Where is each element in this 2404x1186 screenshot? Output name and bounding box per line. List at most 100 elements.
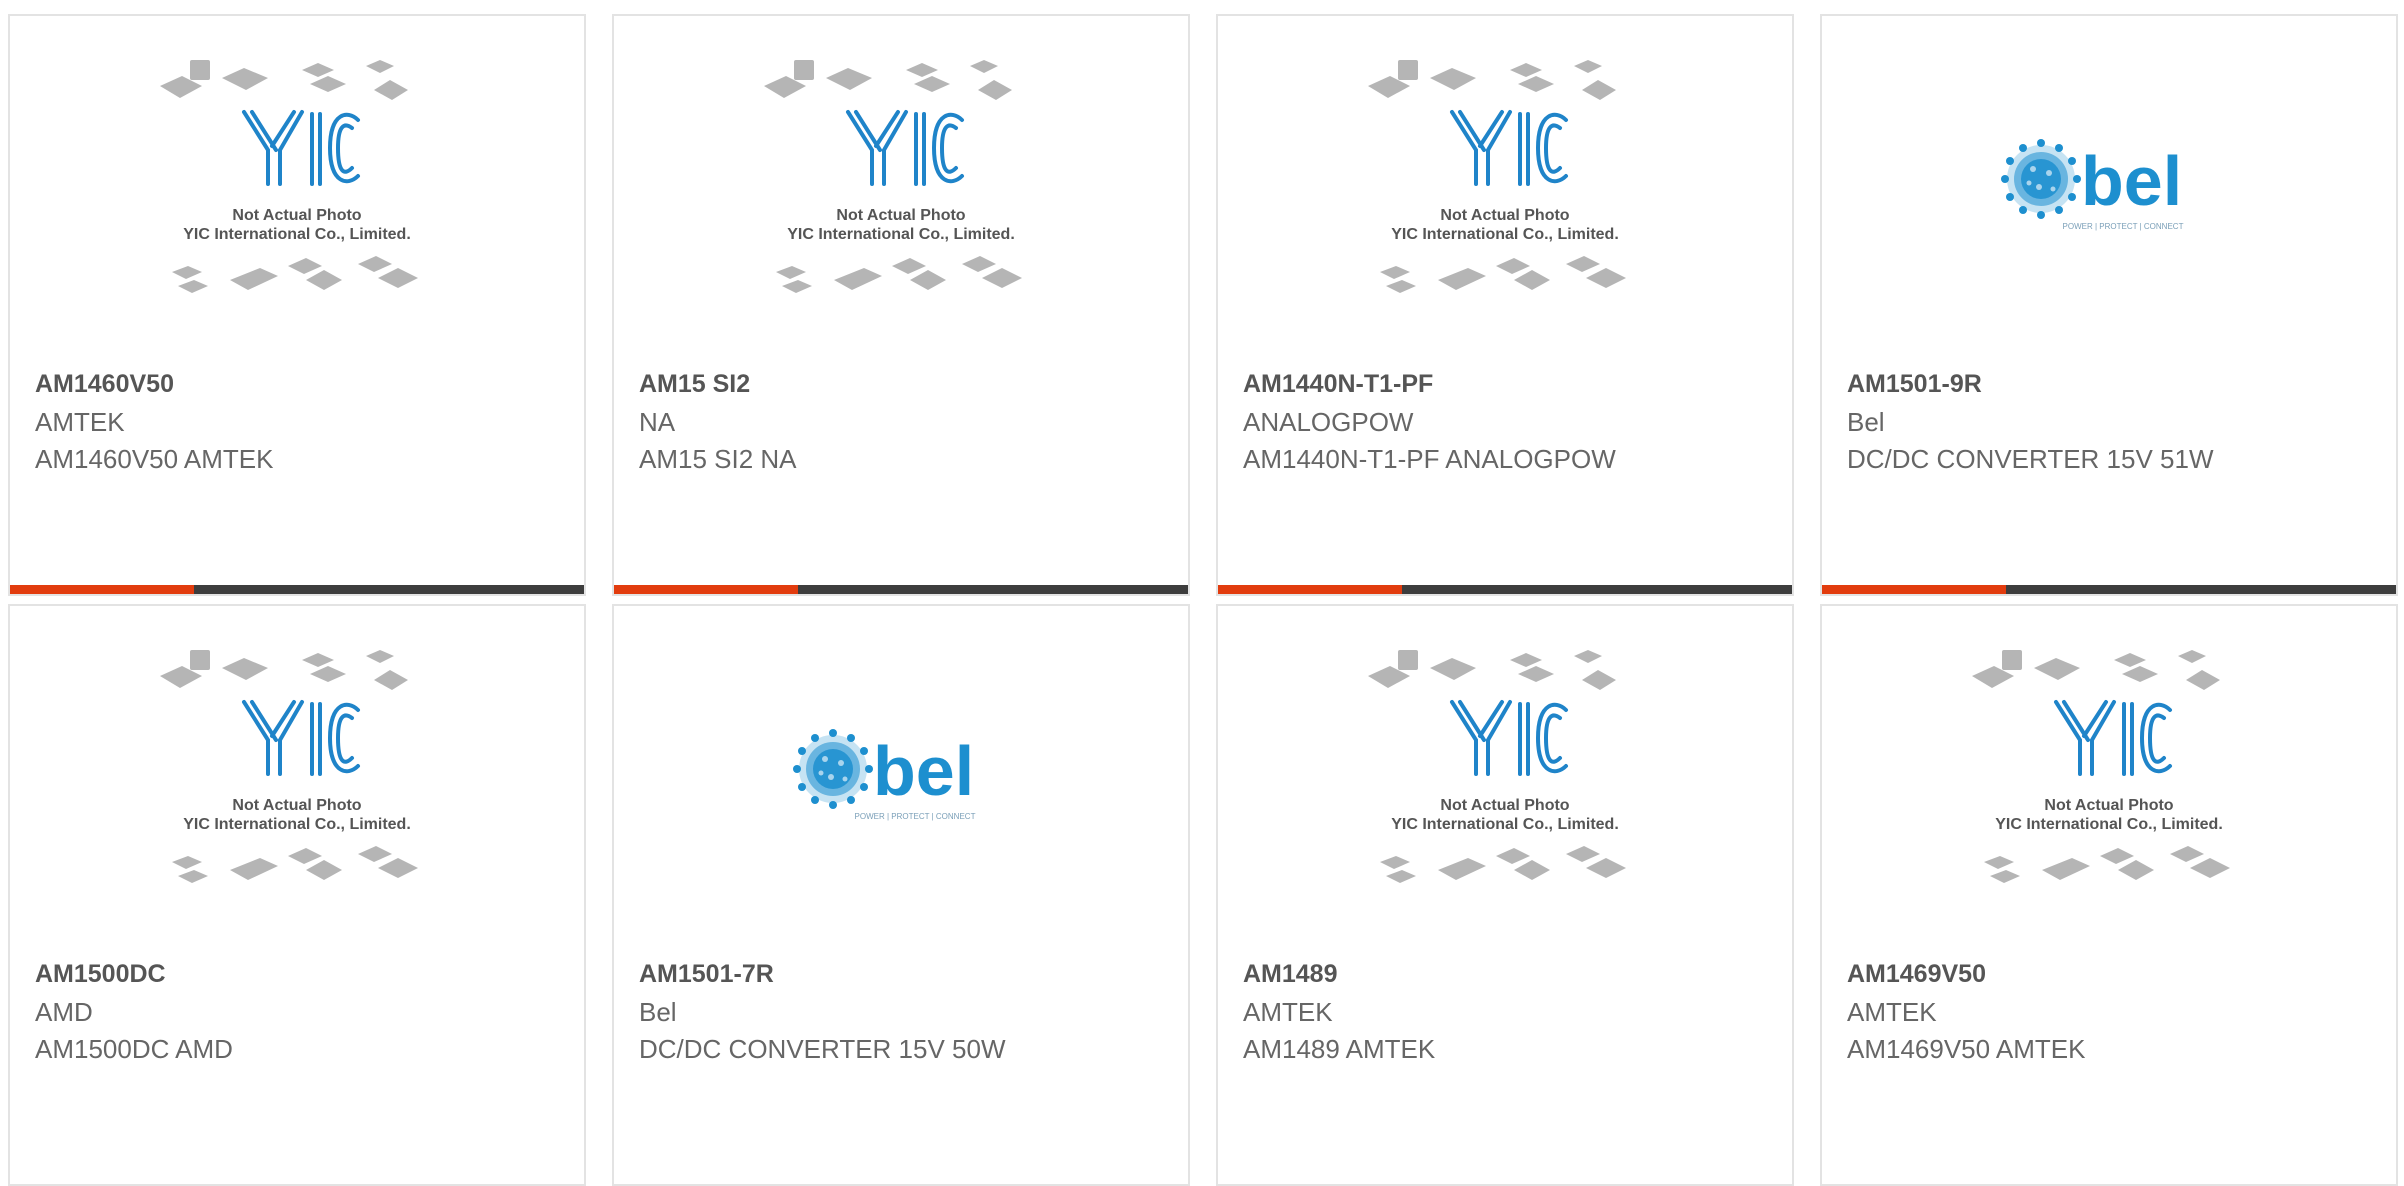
chip-icon <box>190 649 210 670</box>
yic-mark-icon <box>242 109 360 186</box>
chip-icon <box>2190 857 2230 878</box>
chip-icon <box>1438 267 1486 290</box>
chip-icon <box>1398 649 1418 670</box>
chip-icon <box>978 79 1012 100</box>
chip-icon <box>358 255 392 272</box>
yic-placeholder-image: Not Actual Photo YIC International Co., … <box>1964 644 2254 909</box>
chip-icon <box>1574 649 1602 663</box>
chip-icon <box>2002 649 2022 670</box>
product-image: Not Actual Photo YIC International Co., … <box>1218 606 1792 946</box>
chip-icon <box>1510 62 1542 77</box>
part-number[interactable]: AM1501-9R <box>1847 370 1982 399</box>
company-label: YIC International Co., Limited. <box>1995 816 2223 833</box>
chip-icon <box>1438 857 1486 880</box>
yic-mark-icon <box>846 109 964 186</box>
chip-icon <box>2178 649 2206 663</box>
chip-icon <box>1386 869 1416 883</box>
chip-icon <box>1586 267 1626 288</box>
bel-burst-icon <box>2001 138 2081 219</box>
not-actual-photo-label: Not Actual Photo <box>232 207 361 224</box>
card-progress-bar <box>1822 585 2396 594</box>
chip-icon <box>794 59 814 80</box>
company-label: YIC International Co., Limited. <box>1391 816 1619 833</box>
yic-placeholder-image: Not Actual Photo YIC International Co., … <box>1360 54 1650 319</box>
chip-icon <box>230 267 278 290</box>
chip-icon <box>1984 855 2014 869</box>
product-image: Not Actual Photo YIC International Co., … <box>1218 16 1792 356</box>
chip-icon <box>366 59 394 73</box>
chip-icon <box>910 269 946 290</box>
chip-icon <box>1510 652 1542 667</box>
chip-icon <box>1586 857 1626 878</box>
product-card[interactable]: Not Actual Photo YIC International Co., … <box>8 14 586 596</box>
description: AM1469V50 AMTEK <box>1847 1034 2086 1064</box>
part-number[interactable]: AM1460V50 <box>35 370 174 399</box>
chip-icon <box>1514 859 1550 880</box>
yic-placeholder-image: Not Actual Photo YIC International Co., … <box>756 54 1046 319</box>
product-card[interactable]: bel POWER | PROTECT | CONNECT AM1501-9R … <box>1820 14 2398 596</box>
product-image: Not Actual Photo YIC International Co., … <box>10 16 584 356</box>
yic-placeholder-image: Not Actual Photo YIC International Co., … <box>1360 644 1650 909</box>
chip-icon <box>1380 265 1410 279</box>
part-number[interactable]: AM15 SI2 <box>639 370 750 399</box>
chip-icon <box>302 62 334 77</box>
product-image: bel POWER | PROTECT | CONNECT <box>614 606 1188 946</box>
yic-mark-icon <box>1450 699 1568 776</box>
chip-icon <box>222 67 268 90</box>
chip-icon <box>1582 669 1616 690</box>
not-actual-photo-label: Not Actual Photo <box>1440 797 1569 814</box>
product-card[interactable]: Not Actual Photo YIC International Co., … <box>1216 604 1794 1186</box>
chip-icon <box>1566 255 1600 272</box>
product-card[interactable]: Not Actual Photo YIC International Co., … <box>612 14 1190 596</box>
company-label: YIC International Co., Limited. <box>183 226 411 243</box>
chip-icon <box>310 75 346 92</box>
description: DC/DC CONVERTER 15V 50W <box>639 1034 1006 1064</box>
chip-icon <box>970 59 998 73</box>
product-card[interactable]: Not Actual Photo YIC International Co., … <box>1820 604 2398 1186</box>
card-progress-bar <box>1218 585 1792 594</box>
manufacturer: NA <box>639 407 676 437</box>
chip-icon <box>782 279 812 293</box>
bel-logo-image: bel POWER | PROTECT | CONNECT <box>1999 129 2219 244</box>
chip-icon <box>366 649 394 663</box>
not-actual-photo-label: Not Actual Photo <box>2044 797 2173 814</box>
chip-icon <box>1582 79 1616 100</box>
not-actual-photo-label: Not Actual Photo <box>232 797 361 814</box>
product-card[interactable]: bel POWER | PROTECT | CONNECT AM1501-7R … <box>612 604 1190 1186</box>
chip-icon <box>374 79 408 100</box>
chip-icon <box>288 257 322 274</box>
part-number[interactable]: AM1501-7R <box>639 960 774 989</box>
chip-icon <box>222 657 268 680</box>
chip-icon <box>190 59 210 80</box>
chip-icon <box>306 859 342 880</box>
description: DC/DC CONVERTER 15V 51W <box>1847 444 2214 474</box>
chip-icon <box>1380 855 1410 869</box>
description: AM15 SI2 NA <box>639 444 797 474</box>
chip-icon <box>374 669 408 690</box>
yic-mark-icon <box>242 699 360 776</box>
part-number[interactable]: AM1500DC <box>35 960 166 989</box>
product-card[interactable]: Not Actual Photo YIC International Co., … <box>1216 14 1794 596</box>
chip-icon <box>178 869 208 883</box>
bel-tagline: POWER | PROTECT | CONNECT <box>2063 222 2184 231</box>
bel-wordmark: bel <box>2081 142 2182 220</box>
chip-icon <box>1574 59 1602 73</box>
description: AM1460V50 AMTEK <box>35 444 274 474</box>
part-number[interactable]: AM1469V50 <box>1847 960 1986 989</box>
chip-icon <box>1398 59 1418 80</box>
chip-icon <box>1514 269 1550 290</box>
not-actual-photo-label: Not Actual Photo <box>836 207 965 224</box>
chip-icon <box>982 267 1022 288</box>
chip-icon <box>1496 847 1530 864</box>
chip-icon <box>358 845 392 862</box>
manufacturer: AMD <box>35 997 93 1027</box>
part-number[interactable]: AM1440N-T1-PF <box>1243 370 1433 399</box>
chip-icon <box>2114 652 2146 667</box>
chip-icon <box>1430 67 1476 90</box>
part-number[interactable]: AM1489 <box>1243 960 1338 989</box>
product-card[interactable]: Not Actual Photo YIC International Co., … <box>8 604 586 1186</box>
description: AM1440N-T1-PF ANALOGPOW <box>1243 444 1616 474</box>
manufacturer: ANALOGPOW <box>1243 407 1414 437</box>
chip-icon <box>914 75 950 92</box>
chip-icon <box>826 67 872 90</box>
